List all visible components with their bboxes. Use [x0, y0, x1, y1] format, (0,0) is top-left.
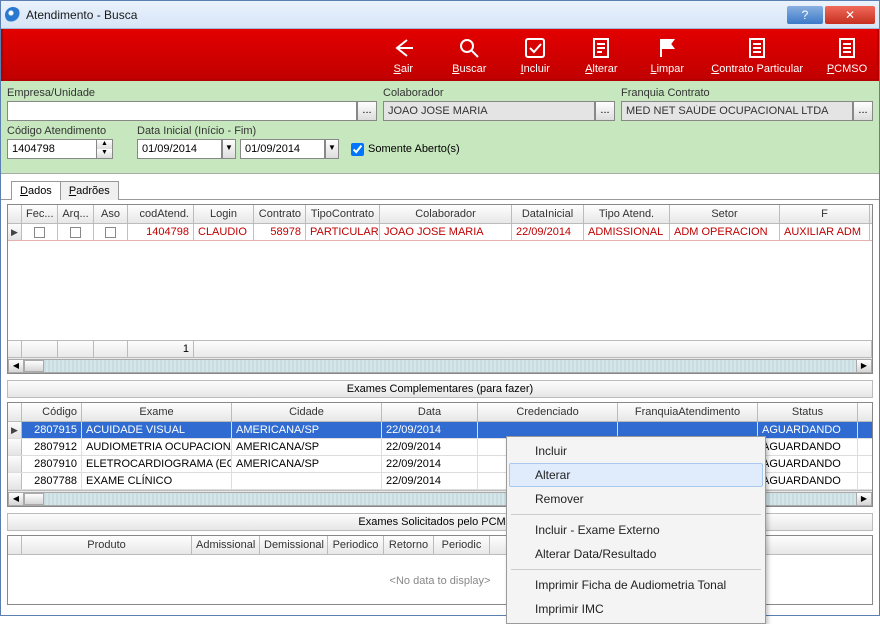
contrato-button[interactable]: Contrato Particular — [711, 35, 803, 75]
document-icon — [834, 35, 860, 61]
col-codatend[interactable]: codAtend. — [128, 205, 194, 223]
col-tipoatend[interactable]: Tipo Atend. — [584, 205, 670, 223]
ctx-incluir[interactable]: Incluir — [509, 439, 763, 463]
data-fim-input[interactable] — [240, 139, 325, 159]
search-icon — [456, 35, 482, 61]
empresa-label: Empresa/Unidade — [7, 87, 377, 99]
row-indicator: ▶ — [8, 224, 22, 240]
arq-checkbox[interactable] — [70, 227, 81, 238]
col-credenciado[interactable]: Credenciado — [478, 403, 618, 421]
close-button[interactable]: ✕ — [825, 6, 875, 24]
tabs-bar: DadosPadrões — [1, 174, 879, 199]
ctx-separator — [511, 514, 761, 515]
ctx-alterar-data[interactable]: Alterar Data/Resultado — [509, 542, 763, 566]
exames-title: Exames Complementares (para fazer) — [7, 380, 873, 398]
footer-count: 1 — [128, 341, 194, 357]
franquia-label: Franquia Contrato — [621, 87, 873, 99]
col-codigo[interactable]: Código — [22, 403, 82, 421]
app-icon — [5, 7, 21, 23]
somente-label: Somente Aberto(s) — [368, 143, 460, 155]
codigo-input[interactable] — [7, 139, 97, 159]
limpar-button[interactable]: Limpar — [645, 35, 689, 75]
incluir-button[interactable]: Incluir — [513, 35, 557, 75]
scroll-left-button[interactable]: ◀ — [8, 359, 24, 373]
codigo-up[interactable]: ▲ — [97, 140, 112, 149]
col-exame[interactable]: Exame — [82, 403, 232, 421]
document-edit-icon — [588, 35, 614, 61]
colaborador-input[interactable] — [383, 101, 595, 121]
help-button[interactable]: ? — [787, 6, 823, 24]
ctx-imprimir-imc[interactable]: Imprimir IMC — [509, 597, 763, 621]
colaborador-label: Colaborador — [383, 87, 615, 99]
data-fim-dropdown[interactable]: ▼ — [325, 139, 339, 159]
empresa-input[interactable] — [7, 101, 357, 121]
check-icon — [522, 35, 548, 61]
somente-checkbox[interactable]: Somente Aberto(s) — [351, 125, 460, 159]
codigo-down[interactable]: ▼ — [97, 149, 112, 158]
col-data[interactable]: Data — [382, 403, 478, 421]
ctx-alterar[interactable]: Alterar — [509, 463, 763, 487]
ctx-separator — [511, 569, 761, 570]
alterar-button[interactable]: Alterar — [579, 35, 623, 75]
buscar-button[interactable]: Buscar — [447, 35, 491, 75]
col-login[interactable]: Login — [194, 205, 254, 223]
flag-icon — [654, 35, 680, 61]
scroll-right-button[interactable]: ▶ — [856, 359, 872, 373]
col-datainicial[interactable]: DataInicial — [512, 205, 584, 223]
colaborador-lookup-button[interactable]: ... — [595, 101, 615, 121]
sair-button[interactable]: Sair — [381, 35, 425, 75]
window-titlebar: Atendimento - Busca ? ✕ — [1, 1, 879, 29]
fec-checkbox[interactable] — [34, 227, 45, 238]
table-row[interactable]: ▶ 1404798 CLAUDIO 58978 PARTICULAR JOAO … — [8, 224, 872, 241]
data-ini-input[interactable] — [137, 139, 222, 159]
data-label: Data Inicial (Início - Fim) — [137, 125, 339, 137]
header-filter-panel: Empresa/Unidade ... Colaborador ... Fran… — [1, 81, 879, 174]
ctx-incluir-externo[interactable]: Incluir - Exame Externo — [509, 518, 763, 542]
grid1-hscroll[interactable]: ◀ ▶ — [8, 357, 872, 373]
col-aso[interactable]: Aso — [94, 205, 128, 223]
aso-checkbox[interactable] — [105, 227, 116, 238]
col-contrato[interactable]: Contrato — [254, 205, 306, 223]
context-menu: Incluir Alterar Remover Incluir - Exame … — [506, 436, 766, 624]
col-fec[interactable]: Fec... — [22, 205, 58, 223]
col-arq[interactable]: Arq... — [58, 205, 94, 223]
pcmso-button[interactable]: PCMSO — [825, 35, 869, 75]
tab-padroes[interactable]: Padrões — [60, 181, 119, 200]
ctx-remover[interactable]: Remover — [509, 487, 763, 511]
col-cidade[interactable]: Cidade — [232, 403, 382, 421]
col-setor[interactable]: Setor — [670, 205, 780, 223]
atendimentos-grid[interactable]: Fec... Arq... Aso codAtend. Login Contra… — [7, 204, 873, 374]
window-title: Atendimento - Busca — [26, 8, 785, 22]
data-ini-dropdown[interactable]: ▼ — [222, 139, 236, 159]
main-toolbar: Sair Buscar Incluir Alterar Limpar Contr… — [1, 29, 879, 81]
col-colaborador[interactable]: Colaborador — [380, 205, 512, 223]
ctx-imprimir-audio[interactable]: Imprimir Ficha de Audiometria Tonal — [509, 573, 763, 597]
col-f[interactable]: F — [780, 205, 870, 223]
franquia-input[interactable] — [621, 101, 853, 121]
back-arrow-icon — [390, 35, 416, 61]
tab-dados[interactable]: Dados — [11, 181, 61, 200]
document-icon — [744, 35, 770, 61]
franquia-lookup-button[interactable]: ... — [853, 101, 873, 121]
somente-checkbox-input[interactable] — [351, 143, 364, 156]
codigo-label: Código Atendimento — [7, 125, 113, 137]
col-tipocontrato[interactable]: TipoContrato — [306, 205, 380, 223]
col-status[interactable]: Status — [758, 403, 858, 421]
col-franquia[interactable]: FranquiaAtendimento — [618, 403, 758, 421]
empresa-lookup-button[interactable]: ... — [357, 101, 377, 121]
